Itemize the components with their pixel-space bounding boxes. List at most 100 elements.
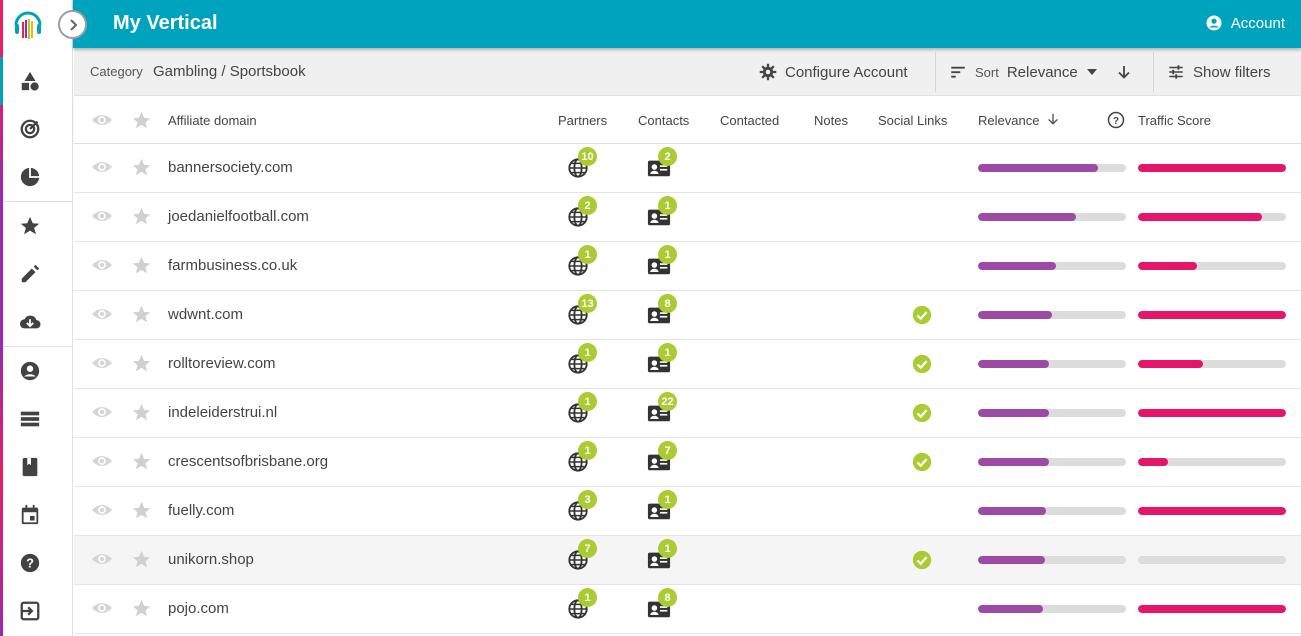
contacts-cell[interactable]: 8: [647, 294, 677, 328]
sidebar-item-radar[interactable]: [3, 105, 73, 153]
traffic-score-bar-fill: [1138, 507, 1286, 515]
star-icon[interactable]: [131, 110, 152, 131]
affiliate-domain[interactable]: bannersociety.com: [168, 159, 293, 176]
partners-cell[interactable]: 3: [567, 490, 597, 524]
sidebar-item-help[interactable]: ?: [3, 539, 73, 587]
partners-cell[interactable]: 1: [567, 343, 597, 377]
sidebar-item-download[interactable]: [3, 298, 73, 346]
table-row[interactable]: farmbusiness.co.uk 1 1: [74, 242, 1301, 291]
table-row[interactable]: joedanielfootball.com 2 1: [74, 193, 1301, 242]
affiliate-domain[interactable]: fuelly.com: [168, 502, 234, 519]
star-icon[interactable]: [131, 402, 152, 423]
column-header-traffic[interactable]: Traffic Score: [1138, 113, 1211, 128]
partners-cell[interactable]: 1: [567, 441, 597, 475]
star-icon[interactable]: [131, 451, 152, 472]
table-row[interactable]: rolltoreview.com 1 1: [74, 340, 1301, 389]
sidebar-item-analytics[interactable]: [3, 153, 73, 201]
contacts-cell[interactable]: 22: [647, 392, 677, 426]
check-circle-icon: [912, 305, 932, 325]
table-row[interactable]: indeleiderstrui.nl 1 22: [74, 389, 1301, 438]
contacts-cell[interactable]: 8: [647, 588, 677, 622]
sidebar-item-edit[interactable]: [3, 250, 73, 298]
account-button[interactable]: Account: [1205, 14, 1285, 32]
eye-icon[interactable]: [91, 501, 113, 519]
eye-icon[interactable]: [91, 599, 113, 617]
eye-icon[interactable]: [91, 354, 113, 372]
app-logo[interactable]: [0, 0, 56, 48]
contacts-cell[interactable]: 1: [647, 245, 677, 279]
partners-cell[interactable]: 10: [567, 147, 597, 181]
column-header-social[interactable]: Social Links: [878, 113, 947, 128]
sidebar-item-favorites[interactable]: [3, 202, 73, 250]
affiliate-domain[interactable]: joedanielfootball.com: [168, 208, 309, 225]
column-header-domain[interactable]: Affiliate domain: [168, 113, 257, 128]
logout-icon: [20, 601, 40, 621]
eye-icon[interactable]: [91, 550, 113, 568]
sort-direction-button[interactable]: [1116, 48, 1132, 96]
account-circle-icon: [1206, 15, 1222, 31]
affiliate-domain[interactable]: rolltoreview.com: [168, 355, 276, 372]
affiliate-domain[interactable]: farmbusiness.co.uk: [168, 257, 297, 274]
affiliate-domain[interactable]: unikorn.shop: [168, 551, 254, 568]
eye-icon[interactable]: [91, 207, 113, 225]
contacts-cell[interactable]: 1: [647, 539, 677, 573]
column-header-notes[interactable]: Notes: [814, 113, 848, 128]
partners-cell[interactable]: 2: [567, 196, 597, 230]
partners-cell[interactable]: 1: [567, 245, 597, 279]
affiliate-domain[interactable]: crescentsofbrisbane.org: [168, 453, 328, 470]
column-header-contacted[interactable]: Contacted: [720, 113, 779, 128]
partners-cell[interactable]: 1: [567, 392, 597, 426]
star-icon[interactable]: [131, 549, 152, 570]
star-icon[interactable]: [131, 255, 152, 276]
contacts-cell[interactable]: 1: [647, 343, 677, 377]
sidebar-item-verticals[interactable]: [0, 57, 73, 105]
contacts-cell[interactable]: 7: [647, 441, 677, 475]
eye-icon[interactable]: [91, 111, 113, 129]
table-row[interactable]: wdwnt.com 13 8: [74, 291, 1301, 340]
table-row[interactable]: pojo.com 1 8: [74, 585, 1301, 634]
sidebar-collapse-button[interactable]: [58, 10, 87, 39]
sidebar-item-lists[interactable]: [3, 395, 73, 443]
sort-value: Relevance: [1006, 63, 1078, 81]
table-row[interactable]: crescentsofbrisbane.org 1 7: [74, 438, 1301, 487]
star-icon[interactable]: [131, 353, 152, 374]
sidebar-item-calendar[interactable]: [3, 491, 73, 539]
star-icon[interactable]: [131, 500, 152, 521]
star-icon[interactable]: [131, 206, 152, 227]
eye-icon[interactable]: [91, 305, 113, 323]
contacts-cell[interactable]: 2: [647, 147, 677, 181]
partners-cell[interactable]: 1: [567, 588, 597, 622]
sidebar-item-profile[interactable]: [3, 347, 73, 395]
eye-icon[interactable]: [91, 158, 113, 176]
star-icon[interactable]: [131, 157, 152, 178]
table-row[interactable]: bannersociety.com 10 2: [74, 144, 1301, 193]
affiliate-domain[interactable]: wdwnt.com: [168, 306, 243, 323]
table-row[interactable]: fuelly.com 3 1: [74, 487, 1301, 536]
column-header-relevance[interactable]: Relevance: [978, 113, 1039, 128]
affiliate-domain[interactable]: pojo.com: [168, 600, 229, 617]
configure-account-button[interactable]: Configure Account: [759, 48, 908, 96]
star-icon[interactable]: [131, 304, 152, 325]
contacts-cell[interactable]: 1: [647, 196, 677, 230]
show-filters-button[interactable]: Show filters: [1167, 48, 1271, 96]
eye-icon[interactable]: [91, 256, 113, 274]
relevance-bar: [978, 458, 1126, 466]
partners-cell[interactable]: 7: [567, 539, 597, 573]
table-header: Affiliate domain Partners Contacts Conta…: [74, 96, 1301, 144]
help-outline-icon[interactable]: ?: [1107, 111, 1125, 129]
contacts-cell[interactable]: 1: [647, 490, 677, 524]
partners-cell[interactable]: 13: [567, 294, 597, 328]
eye-icon[interactable]: [91, 403, 113, 421]
partners-count-badge: 2: [578, 196, 597, 215]
column-header-contacts[interactable]: Contacts: [638, 113, 689, 128]
sidebar-item-book[interactable]: [3, 443, 73, 491]
table-row[interactable]: unikorn.shop 7 1: [74, 536, 1301, 585]
sort-control[interactable]: Sort Relevance: [949, 48, 1098, 96]
eye-icon[interactable]: [91, 452, 113, 470]
sidebar-item-logout[interactable]: [3, 587, 73, 635]
star-icon[interactable]: [131, 598, 152, 619]
traffic-score-bar-fill: [1138, 409, 1286, 417]
affiliate-domain[interactable]: indeleiderstrui.nl: [168, 404, 277, 421]
traffic-score-bar: [1138, 409, 1286, 417]
column-header-partners[interactable]: Partners: [558, 113, 607, 128]
